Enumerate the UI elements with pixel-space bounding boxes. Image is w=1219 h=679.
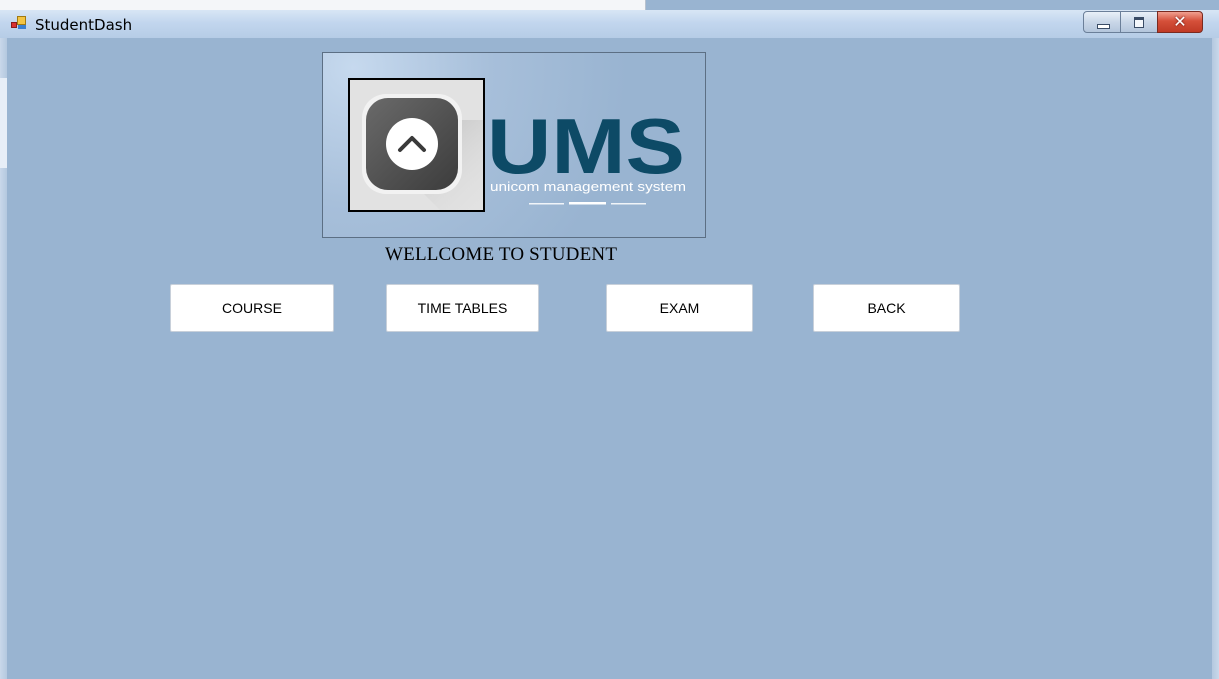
time-tables-button[interactable]: TIME TABLES	[386, 284, 539, 332]
welcome-label: WELLCOME TO STUDENT	[385, 244, 618, 265]
logo-underline-right	[611, 203, 646, 205]
close-button[interactable]: ✕	[1157, 11, 1203, 33]
app-icon	[11, 16, 27, 30]
minimize-button[interactable]	[1083, 11, 1121, 33]
chevron-up-icon	[350, 80, 483, 210]
student-dash-window: StudentDash ✕ UMS unicom management syst…	[0, 0, 1219, 679]
window-right-border	[1212, 38, 1219, 679]
logo-underline-left	[529, 203, 564, 205]
title-bar[interactable]: StudentDash ✕	[0, 10, 1219, 38]
app-logo-icon	[348, 78, 485, 212]
course-button[interactable]: COURSE	[170, 284, 334, 332]
logo-tagline: unicom management system	[490, 180, 686, 194]
form-client-area: UMS unicom management system WELLCOME TO…	[7, 38, 1212, 679]
back-button[interactable]: BACK	[813, 284, 960, 332]
window-controls: ✕	[1083, 11, 1203, 33]
logo-wordmark: UMS	[487, 115, 685, 190]
exam-button[interactable]: EXAM	[606, 284, 753, 332]
maximize-icon	[1134, 17, 1144, 28]
close-icon: ✕	[1173, 12, 1187, 31]
ums-wordmark: UMS unicom management system	[487, 115, 686, 205]
window-title: StudentDash	[35, 16, 133, 34]
minimize-icon	[1097, 24, 1110, 29]
logo-underline-middle	[569, 202, 606, 205]
window-left-border	[0, 38, 7, 679]
logo-picturebox: UMS unicom management system	[322, 52, 706, 238]
maximize-button[interactable]	[1120, 11, 1158, 33]
